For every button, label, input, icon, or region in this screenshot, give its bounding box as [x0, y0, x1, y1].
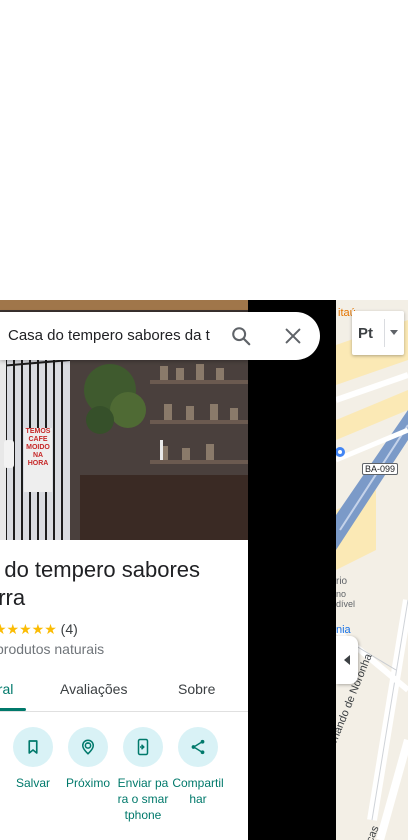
send-to-phone-icon — [137, 738, 149, 756]
map-poi-label: rio — [336, 576, 348, 587]
map-view[interactable]: BA-099 rio no dível nia itaú rnando de N… — [336, 300, 408, 840]
place-category[interactable]: produtos naturais — [0, 641, 104, 657]
nearby-label: Próximo — [65, 776, 110, 790]
map-poi-label: dível — [336, 599, 356, 609]
tab-about[interactable]: Sobre — [178, 681, 215, 697]
share-label: Compartilhar — [172, 776, 224, 806]
tab-overview[interactable]: eral — [0, 681, 13, 697]
send-to-phone-button[interactable]: Enviar para o smartphone — [117, 727, 169, 823]
send-to-phone-button-circle — [123, 727, 163, 767]
bookmark-icon — [28, 740, 38, 754]
chevron-down-icon — [390, 330, 398, 335]
share-icon — [191, 739, 205, 755]
collapse-panel-button[interactable] — [336, 636, 358, 684]
nearby-icon — [81, 739, 95, 755]
save-label: Salvar — [15, 776, 50, 790]
map-type-button[interactable]: Pt — [352, 311, 404, 355]
rating-row[interactable]: ★★★★★ (4) — [0, 621, 78, 638]
share-button[interactable]: Compartilhar — [172, 727, 224, 807]
tab-reviews[interactable]: Avaliações — [60, 681, 127, 697]
tab-divider — [0, 711, 248, 712]
place-title: a do tempero sabores erra — [0, 557, 201, 610]
chevron-left-icon — [344, 655, 350, 665]
search-input[interactable]: Casa do tempero sabores da t — [8, 327, 216, 344]
review-count: (4) — [60, 621, 78, 637]
nearby-button[interactable]: Próximo — [62, 727, 114, 791]
divider — [384, 319, 385, 347]
panel-gap — [248, 300, 336, 840]
map-poi-label: nia — [336, 624, 351, 636]
star-rating: ★★★★★ — [0, 621, 57, 637]
search-bar[interactable]: Casa do tempero sabores da t — [0, 312, 320, 360]
search-icon[interactable] — [230, 325, 252, 347]
close-icon[interactable] — [282, 325, 304, 347]
road-badge: BA-099 — [362, 463, 399, 475]
map-roads — [336, 300, 408, 840]
save-button-circle — [13, 727, 53, 767]
send-to-phone-label: Enviar para o smartphone — [117, 776, 169, 822]
photo-sign-text: TEMOS CAFE MOIDO NA HORA — [25, 428, 51, 467]
map-poi-label: no — [336, 589, 347, 599]
map-type-label: Pt — [358, 325, 373, 342]
nearby-button-circle — [68, 727, 108, 767]
save-button[interactable]: Salvar — [7, 727, 59, 791]
share-button-circle — [178, 727, 218, 767]
